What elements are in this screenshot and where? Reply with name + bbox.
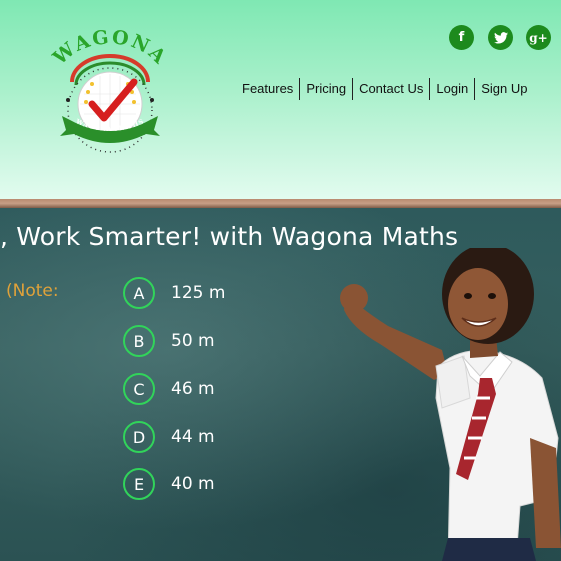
hero-headline: , Work Smarter! with Wagona Maths — [0, 222, 459, 251]
option-value: 125 m — [171, 283, 226, 303]
option-letter: A — [123, 277, 155, 309]
option-value: 46 m — [171, 379, 215, 399]
facebook-button[interactable]: f — [449, 25, 474, 50]
answer-option-d[interactable]: D 44 m — [123, 421, 215, 453]
twitter-icon — [493, 31, 508, 44]
nav-contact-us[interactable]: Contact Us — [353, 78, 429, 100]
option-value: 40 m — [171, 474, 215, 494]
twitter-button[interactable] — [488, 25, 513, 50]
answer-option-a[interactable]: A 125 m — [123, 277, 225, 309]
wagona-logo[interactable]: WAGONA WAGONA MATHS — [48, 24, 172, 158]
option-letter: E — [123, 468, 155, 500]
google-plus-button[interactable]: g+ — [526, 25, 551, 50]
google-plus-icon: g+ — [529, 30, 548, 45]
site-header: WAGONA WAGONA MATHS f g+ Features Pricin… — [0, 0, 561, 199]
answer-option-b[interactable]: B 50 m — [123, 325, 215, 357]
nav-features[interactable]: Features — [236, 78, 299, 100]
option-letter: C — [123, 373, 155, 405]
option-value: 44 m — [171, 427, 215, 447]
option-letter: D — [123, 421, 155, 453]
nav-login[interactable]: Login — [430, 78, 474, 100]
student-illustration — [340, 248, 561, 561]
hero-chalkboard: , Work Smarter! with Wagona Maths (Note:… — [0, 208, 561, 561]
main-nav: Features Pricing Contact Us Login Sign U… — [236, 77, 533, 101]
facebook-icon: f — [458, 30, 465, 45]
answer-option-c[interactable]: C 46 m — [123, 373, 215, 405]
answer-option-e[interactable]: E 40 m — [123, 468, 215, 500]
option-letter: B — [123, 325, 155, 357]
logo-emblem-icon: WAGONA WAGONA MATHS — [48, 26, 169, 153]
board-frame — [0, 199, 561, 208]
nav-sign-up[interactable]: Sign Up — [475, 78, 533, 100]
nav-pricing[interactable]: Pricing — [300, 78, 352, 100]
hero-note: (Note: — [6, 281, 59, 301]
option-value: 50 m — [171, 331, 215, 351]
